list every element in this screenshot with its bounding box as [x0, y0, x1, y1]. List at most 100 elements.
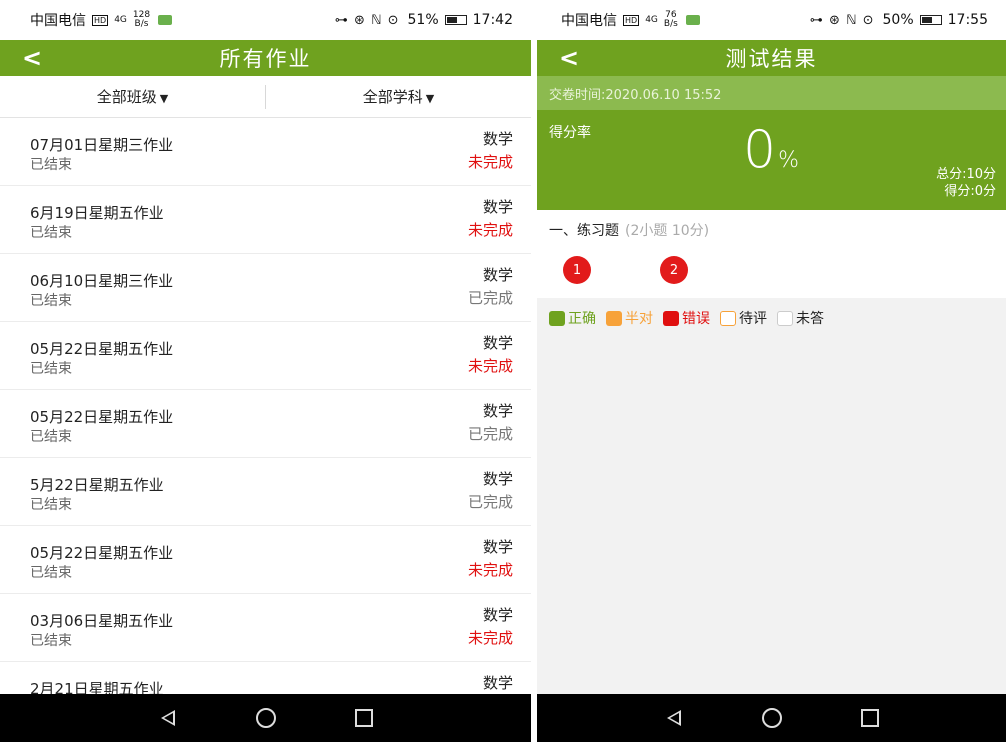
app-header: < 测试结果	[537, 40, 1006, 76]
circle-home-icon	[761, 708, 782, 728]
homework-state: 已结束	[30, 361, 72, 377]
homework-name: 07月01日星期三作业	[30, 136, 174, 154]
subject-filter-label: 全部学科	[362, 88, 423, 106]
system-nav-bar	[537, 694, 1006, 742]
legend-item: 半对	[606, 308, 653, 328]
battery-icon	[919, 15, 942, 25]
homework-subject: 数学	[482, 334, 513, 352]
score-summary: 总分:10分 得分:0分	[936, 166, 996, 200]
homework-row[interactable]: 05月22日星期五作业 已结束 数学 已完成	[0, 390, 531, 458]
homework-subject: 数学	[482, 606, 513, 624]
homework-subject: 数学	[482, 402, 513, 420]
score-percent-unit: %	[778, 148, 799, 173]
homework-name: 05月22日星期五作业	[30, 408, 174, 426]
score-rate-label: 得分率	[549, 125, 591, 141]
caret-down-icon: ▼	[159, 92, 169, 105]
legend-swatch-icon	[606, 310, 622, 326]
homework-name: 03月06日星期五作业	[30, 612, 174, 630]
homework-state: 已结束	[30, 497, 72, 513]
battery-percent: 51%	[407, 12, 439, 28]
homework-list-screen: 中国电信 HD 4G 128 B/s ⊶ ⊛ ℕ ⊙ 51% 17:42 < 所有…	[0, 0, 531, 742]
homework-status: 未完成	[467, 357, 513, 375]
page-title: 所有作业	[219, 47, 312, 71]
signal-icon: 4G	[645, 14, 658, 25]
legend-swatch-icon	[663, 310, 679, 326]
earned-score: 得分:0分	[944, 184, 996, 199]
homework-subject: 数学	[482, 130, 513, 148]
question-1-button[interactable]: 1	[563, 256, 591, 284]
homework-status: 已完成	[467, 289, 513, 307]
homework-subject: 数学	[482, 470, 513, 488]
nav-back-button[interactable]	[156, 706, 180, 730]
hd-badge: HD	[92, 14, 109, 26]
clock: 17:55	[947, 12, 988, 28]
score-rate-value: 0%	[743, 120, 799, 191]
legend-swatch-icon	[720, 310, 736, 326]
subject-filter-dropdown[interactable]: 全部学科 ▼	[266, 86, 531, 107]
legend-label: 错误	[682, 311, 710, 327]
homework-row[interactable]: 5月22日星期五作业 已结束 数学 已完成	[0, 458, 531, 526]
homework-name: 06月10日星期三作业	[30, 272, 174, 290]
homework-name: 05月22日星期五作业	[30, 544, 174, 562]
section-header: 一、练习题 (2小题 10分)	[549, 220, 709, 240]
back-chevron-icon[interactable]: <	[559, 40, 579, 76]
system-icons: ⊶ ⊛ ℕ ⊙	[334, 12, 400, 28]
nav-back-button[interactable]	[662, 706, 686, 730]
class-filter-label: 全部班级	[96, 88, 157, 106]
question-2-button[interactable]: 2	[660, 256, 688, 284]
homework-state: 已结束	[30, 633, 72, 649]
square-recents-icon	[354, 709, 373, 727]
homework-name: 05月22日星期五作业	[30, 340, 174, 358]
score-panel: 得分率 0% 总分:10分 得分:0分	[537, 110, 1006, 210]
page-title: 测试结果	[725, 47, 818, 71]
homework-status: 未完成	[467, 153, 513, 171]
homework-state: 已结束	[30, 157, 72, 173]
homework-row[interactable]: 03月06日星期五作业 已结束 数学 未完成	[0, 594, 531, 662]
system-nav-bar	[0, 694, 531, 742]
legend-label: 待评	[739, 311, 767, 327]
hd-badge: HD	[623, 14, 640, 26]
system-icons: ⊶ ⊛ ℕ ⊙	[809, 12, 875, 28]
homework-subject: 数学	[482, 198, 513, 216]
clock: 17:42	[472, 12, 513, 28]
square-recents-icon	[860, 709, 879, 727]
status-bar: 中国电信 HD 4G 76 B/s ⊶ ⊛ ℕ ⊙ 50% 17:55	[537, 0, 1006, 40]
test-result-screen: 中国电信 HD 4G 76 B/s ⊶ ⊛ ℕ ⊙ 50% 17:55 < 测试结…	[537, 0, 1006, 742]
legend-swatch-icon	[549, 310, 565, 326]
triangle-back-icon	[160, 710, 175, 726]
net-speed: 128 B/s	[133, 11, 150, 29]
homework-name: 5月22日星期五作业	[30, 476, 164, 494]
homework-row[interactable]: 05月22日星期五作业 已结束 数学未完成	[0, 322, 531, 390]
homework-row[interactable]: 07月01日星期三作业 已结束 数学未完成	[0, 118, 531, 186]
nav-recents-button[interactable]	[352, 706, 376, 730]
circle-home-icon	[255, 708, 276, 728]
homework-status: 未完成	[467, 221, 513, 239]
homework-row[interactable]: 06月10日星期三作业 已结束 数学已完成	[0, 254, 531, 322]
signal-icon: 4G	[114, 14, 127, 25]
class-filter-dropdown[interactable]: 全部班级 ▼	[0, 86, 265, 107]
nav-home-button[interactable]	[760, 706, 784, 730]
battery-percent: 50%	[882, 12, 914, 28]
homework-row[interactable]: 05月22日星期五作业 已结束 数学 未完成	[0, 526, 531, 594]
app-header: < 所有作业	[0, 40, 531, 76]
status-bar: 中国电信 HD 4G 128 B/s ⊶ ⊛ ℕ ⊙ 51% 17:42	[0, 0, 531, 40]
section-title: 一、练习题	[549, 223, 619, 239]
net-speed-unit: B/s	[663, 19, 678, 29]
nav-home-button[interactable]	[254, 706, 278, 730]
homework-row[interactable]: 6月19日星期五作业 已结束 数学 未完成	[0, 186, 531, 254]
back-chevron-icon[interactable]: <	[22, 40, 42, 76]
net-speed-unit: B/s	[134, 19, 149, 29]
submit-time: 交卷时间:2020.06.10 15:52	[537, 76, 1006, 110]
homework-status: 未完成	[467, 561, 513, 579]
legend-item: 错误	[663, 308, 710, 328]
app-notification-icon	[158, 15, 173, 25]
legend-label: 未答	[796, 311, 824, 327]
homework-name: 6月19日星期五作业	[30, 204, 164, 222]
homework-subject: 数学	[482, 266, 513, 284]
nav-recents-button[interactable]	[858, 706, 882, 730]
homework-state: 已结束	[30, 293, 72, 309]
homework-row[interactable]: 2月21日星期五作业 数学	[0, 662, 531, 694]
answer-legend: 正确 半对 错误 待评 未答	[549, 308, 828, 328]
homework-status: 已完成	[467, 425, 513, 443]
homework-name: 2月21日星期五作业	[30, 680, 164, 694]
